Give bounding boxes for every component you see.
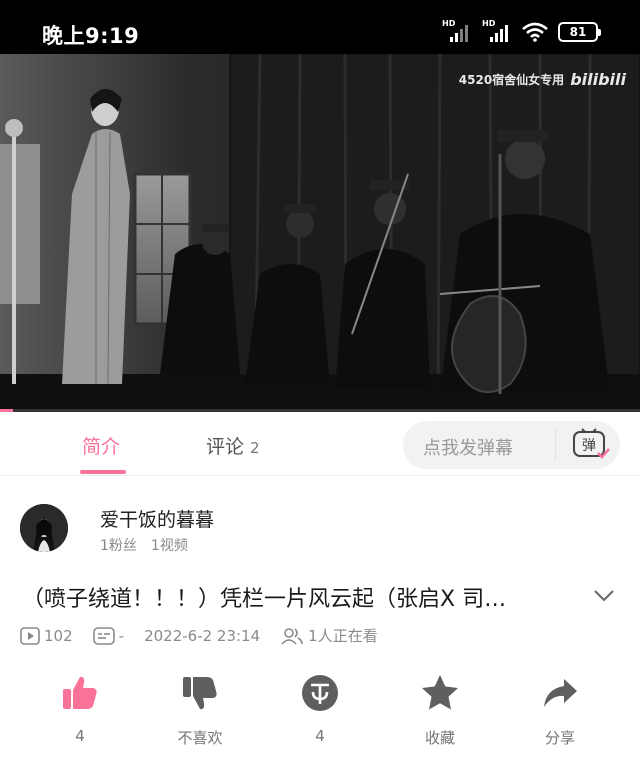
uploader-videos: 1视频	[150, 538, 188, 554]
status-time: 晚上9:19	[42, 24, 140, 48]
upload-datetime: 2022-6-2 23:14	[144, 627, 260, 645]
video-frame	[0, 54, 640, 412]
battery-icon: 81	[558, 22, 601, 42]
status-icons: HD HD 81	[442, 19, 601, 42]
watching-now-value: 1人正在看	[308, 627, 378, 645]
action-bar: 4 不喜欢 4 收藏 分享	[0, 673, 640, 753]
watermark: 4520宿舍仙女专用 bilibili	[459, 70, 626, 89]
tab-comments[interactable]: 评论 2	[206, 432, 260, 459]
video-info-section: 爱干饭的暮暮 1粉丝 1视频 （喷子绕道！！！）凭栏一片风云起（张启X 司… 1…	[0, 477, 640, 781]
people-icon	[281, 627, 303, 645]
favorite-label: 收藏	[424, 729, 455, 747]
dislike-label: 不喜欢	[177, 729, 223, 747]
uploader-stats: 1粉丝 1视频	[100, 535, 188, 555]
play-count: 102	[20, 627, 73, 645]
share-button[interactable]: 分享	[520, 673, 600, 748]
danmaku-count-icon	[92, 626, 115, 645]
video-title: （喷子绕道！！！）凭栏一片风云起（张启X 司…	[22, 587, 507, 612]
wifi-icon	[522, 22, 548, 42]
tab-indicator	[80, 470, 126, 474]
video-player[interactable]: 4520宿舍仙女专用 bilibili	[0, 54, 640, 412]
uploader-fans: 1粉丝	[100, 538, 137, 554]
like-button[interactable]: 4	[40, 673, 120, 745]
play-count-value: 102	[44, 626, 73, 645]
bilibili-logo: bilibili	[570, 70, 626, 89]
dislike-button[interactable]: 不喜欢	[160, 673, 240, 748]
video-meta: 102 - 2022-6-2 23:14 1人正在看	[20, 625, 398, 646]
danmaku-divider	[555, 429, 556, 461]
chevron-down-icon[interactable]	[592, 585, 616, 605]
danmaku-toggle-icon[interactable]: 弹	[568, 427, 612, 463]
danmaku-icon-char: 弹	[582, 438, 596, 454]
danmaku-count: -	[92, 626, 125, 645]
tab-comments-count: 2	[250, 439, 260, 457]
play-icon	[20, 626, 40, 645]
tab-bar: 简介 评论 2 点我发弹幕 弹	[0, 412, 640, 476]
danmaku-count-value: -	[118, 626, 125, 645]
danmaku-placeholder: 点我发弹幕	[423, 438, 513, 459]
star-icon	[422, 675, 458, 710]
share-icon	[544, 679, 577, 707]
thumbs-down-icon	[183, 677, 217, 710]
uploader-avatar[interactable]	[20, 504, 68, 552]
watermark-text: 4520宿舍仙女专用	[458, 73, 565, 87]
coin-icon	[302, 675, 338, 711]
uploader-name[interactable]: 爱干饭的暮暮	[100, 505, 214, 532]
signal-icon-1: HD	[442, 19, 472, 42]
status-bar: 晚上9:19 HD HD 81	[0, 0, 640, 54]
danmaku-input[interactable]: 点我发弹幕 弹	[403, 421, 620, 469]
coin-count: 4	[315, 727, 325, 745]
share-label: 分享	[544, 729, 575, 747]
watching-now: 1人正在看	[280, 625, 378, 646]
coin-button[interactable]: 4	[280, 673, 360, 745]
thumbs-up-icon	[63, 676, 97, 709]
signal-icon-2: HD	[482, 19, 512, 42]
favorite-button[interactable]: 收藏	[400, 673, 480, 748]
tab-comments-label: 评论	[206, 436, 245, 458]
tab-intro[interactable]: 简介	[82, 432, 120, 459]
like-count: 4	[75, 727, 85, 745]
upload-datetime-value: 2022-6-2 23:14	[144, 626, 261, 645]
